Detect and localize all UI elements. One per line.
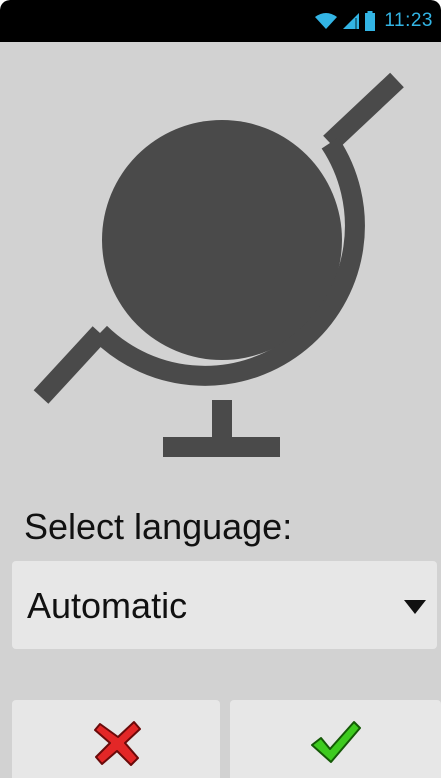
- dropdown-arrow-icon: [403, 599, 427, 620]
- cancel-button[interactable]: [12, 700, 220, 778]
- battery-icon: [364, 11, 376, 31]
- globe-illustration: [0, 42, 441, 487]
- green-check-icon: [311, 721, 361, 763]
- wifi-icon: [314, 12, 338, 30]
- select-language-label: Select language:: [24, 506, 293, 547]
- dropdown-selected-value: Automatic: [27, 585, 188, 626]
- status-bar: 11:23: [0, 0, 441, 42]
- red-x-icon: [94, 721, 141, 766]
- status-icons: 11:23: [314, 10, 433, 32]
- app-screen: 11:23 Select language: Automatic: [0, 0, 441, 778]
- confirm-button[interactable]: [230, 700, 441, 778]
- status-time: 11:23: [384, 10, 433, 31]
- globe-icon: [33, 72, 404, 457]
- language-dropdown[interactable]: Automatic: [12, 561, 437, 649]
- signal-icon: [342, 12, 360, 30]
